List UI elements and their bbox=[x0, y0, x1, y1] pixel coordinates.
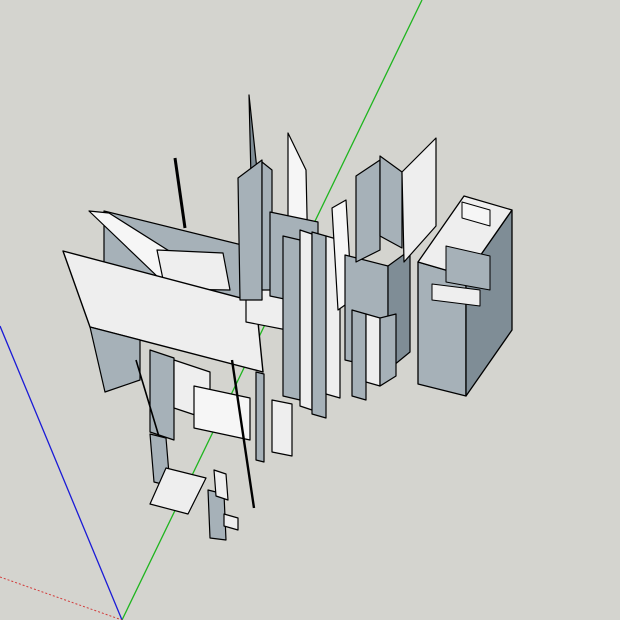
tower-blade-right bbox=[379, 155, 403, 249]
scene-canvas[interactable] bbox=[0, 0, 620, 620]
red-axis-dotted bbox=[0, 576, 123, 620]
tower-column-b bbox=[365, 313, 381, 387]
tower-column-c bbox=[379, 313, 397, 387]
bottom-piece-2-base bbox=[223, 513, 239, 531]
bottom-piece-3 bbox=[213, 469, 229, 501]
blade-vert-a bbox=[299, 229, 313, 411]
tower-column-front bbox=[351, 309, 367, 401]
modeling-viewport[interactable] bbox=[0, 0, 620, 620]
blade-front-strip bbox=[282, 235, 301, 401]
3d-model-icon[interactable] bbox=[62, 94, 513, 541]
lower-strip-e bbox=[271, 399, 293, 457]
lower-panel-a bbox=[149, 349, 175, 441]
lower-strip-d bbox=[255, 371, 265, 463]
tower-top-panels bbox=[355, 159, 381, 263]
blade-vert-b bbox=[311, 231, 327, 419]
thin-pole-left bbox=[173, 157, 187, 229]
blade-tall-2 bbox=[237, 159, 263, 301]
